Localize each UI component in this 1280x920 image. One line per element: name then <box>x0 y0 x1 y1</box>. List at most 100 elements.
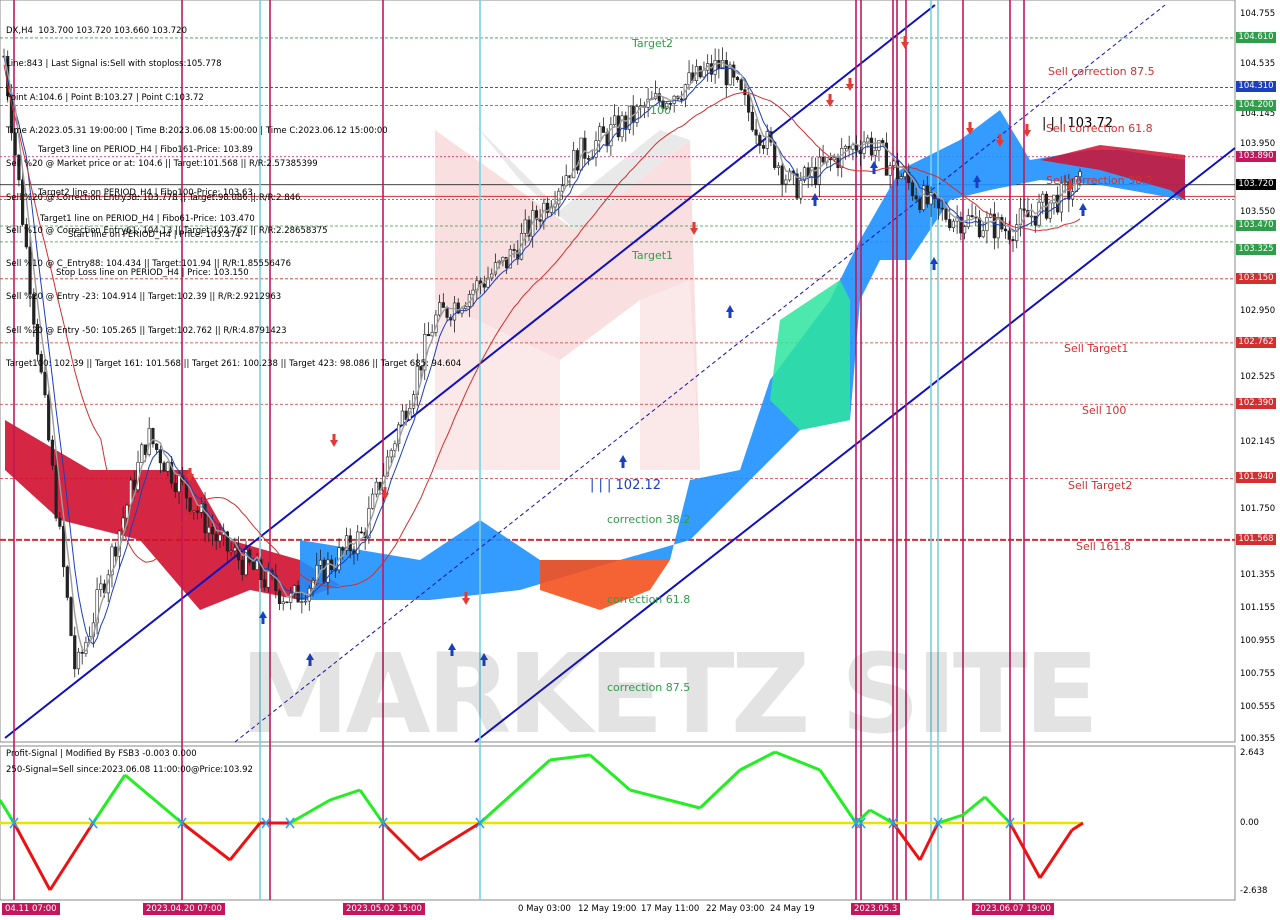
candle-body <box>776 165 781 168</box>
price-axis-tag: 103.150 <box>1236 272 1276 284</box>
candle-body <box>114 546 118 557</box>
candle-body <box>888 165 892 176</box>
price-tick: 101.155 <box>1240 603 1276 613</box>
candle-body <box>881 140 885 144</box>
candle-body <box>977 217 982 238</box>
candle-body <box>575 150 579 171</box>
candle-body <box>966 215 970 228</box>
price-axis-tag: 104.310 <box>1236 81 1276 93</box>
candle-body <box>277 590 282 605</box>
candle-body <box>925 185 929 205</box>
start-label: Start line on PERIOD_H4 | Price: 103.374 <box>68 230 241 240</box>
sell-correction-875-annotation: Sell correction 87.5 <box>1048 65 1155 78</box>
info-line: Sell %20 @ Market price or at: 104.6 || … <box>6 159 318 170</box>
candle-body <box>210 526 215 535</box>
price-tick: 100.355 <box>1240 734 1276 744</box>
candle-body <box>76 651 81 670</box>
candle-body <box>80 651 84 654</box>
candle-body <box>61 526 66 568</box>
candle-body <box>713 60 717 75</box>
candle-body <box>598 126 602 141</box>
price-tick: 101.750 <box>1240 504 1276 514</box>
info-line: Time A:2023.05.31 19:00:00 | Time B:2023… <box>6 126 388 137</box>
candle-body <box>173 482 177 493</box>
correction-618-annotation: correction 61.8 <box>607 593 691 606</box>
candle-body <box>970 215 974 218</box>
candle-body <box>739 79 743 90</box>
candle-body <box>300 601 304 603</box>
candle-body <box>680 98 684 101</box>
point-b-annotation: | | | 102.12 <box>590 478 662 493</box>
candle-body <box>910 182 915 197</box>
candle-body <box>780 165 784 185</box>
candle-body <box>158 449 162 464</box>
candle-body <box>758 134 762 146</box>
candle-body <box>47 394 51 441</box>
price-tick: 100.955 <box>1240 636 1276 646</box>
price-tick: 104.755 <box>1240 9 1276 19</box>
candle-body <box>400 410 404 426</box>
candle-body <box>188 497 192 513</box>
time-label: 17 May 11:00 <box>641 904 700 914</box>
time-tag: 2023.06.07 19:00 <box>972 903 1054 915</box>
candle-body <box>586 158 591 160</box>
info-line: Target100: 102.39 || Target 161: 101.568… <box>6 359 462 369</box>
candle-body <box>799 180 803 199</box>
candle-body <box>754 129 758 136</box>
candle-body <box>497 260 501 263</box>
sell-correction-618-annotation: Sell correction 61.8 <box>1046 122 1153 135</box>
sell-target1-annotation: Sell Target1 <box>1064 342 1129 355</box>
watermark-text: MARKETZ SITE <box>240 630 1099 758</box>
candle-body <box>761 145 766 149</box>
indicator-title: Profit-Signal | Modified By FSB3 -0.003 … <box>6 749 197 759</box>
target1-label: Target1 line on PERIOD_H4 | Fibo61-Price… <box>40 214 255 224</box>
time-label: 12 May 19:00 <box>578 904 637 914</box>
price-axis-tag: 103.325 <box>1236 243 1276 255</box>
price-tick: 100.555 <box>1240 702 1276 712</box>
candle-body <box>899 176 903 180</box>
candle-body <box>73 635 77 670</box>
candle-body <box>218 534 222 542</box>
candle-body <box>572 150 576 179</box>
target3-label: Target3 line on PERIOD_H4 | Fibo161-Pric… <box>38 145 253 155</box>
candle-body <box>58 517 62 527</box>
candle-body <box>951 220 956 228</box>
candle-body <box>370 493 375 509</box>
candle-body <box>389 450 393 458</box>
candle-body <box>251 561 256 570</box>
candle-body <box>784 179 788 185</box>
candle-body <box>903 171 907 178</box>
candle-body <box>843 145 848 149</box>
candle-body <box>1007 230 1011 240</box>
price-tick: 104.535 <box>1240 59 1276 69</box>
price-axis-tag: 103.720 <box>1236 178 1276 190</box>
candle-body <box>482 283 486 288</box>
candle-body <box>155 443 159 450</box>
candle-body <box>918 198 922 210</box>
price-tick: 102.950 <box>1240 306 1276 316</box>
sell-target2-annotation: Sell Target2 <box>1068 479 1133 492</box>
price-tick: 102.145 <box>1240 437 1276 447</box>
candle-body <box>717 60 721 70</box>
candle-body <box>940 207 944 210</box>
indicator-tick: 0.00 <box>1240 818 1259 828</box>
price-tick: 100.755 <box>1240 669 1276 679</box>
time-tag: 2023.05.3 <box>851 903 901 915</box>
time-label: 24 May 19 <box>770 904 815 914</box>
candle-body <box>196 510 200 513</box>
candle-body <box>948 219 952 228</box>
candle-body <box>538 219 542 222</box>
candle-body <box>263 579 267 588</box>
candle-body <box>233 547 237 552</box>
correction-875-annotation: correction 87.5 <box>607 681 691 694</box>
price-axis-tag: 101.940 <box>1236 472 1276 484</box>
candle-body <box>802 167 807 181</box>
candle-body <box>125 504 129 519</box>
candle-body <box>512 249 516 251</box>
candle-body <box>583 137 587 159</box>
price-axis-tag: 101.568 <box>1236 533 1276 545</box>
candle-body <box>374 481 378 495</box>
target2-annotation: Target2 <box>632 37 674 50</box>
price-tick: 101.355 <box>1240 570 1276 580</box>
time-tag: 2023.05.02 15:00 <box>343 903 425 915</box>
